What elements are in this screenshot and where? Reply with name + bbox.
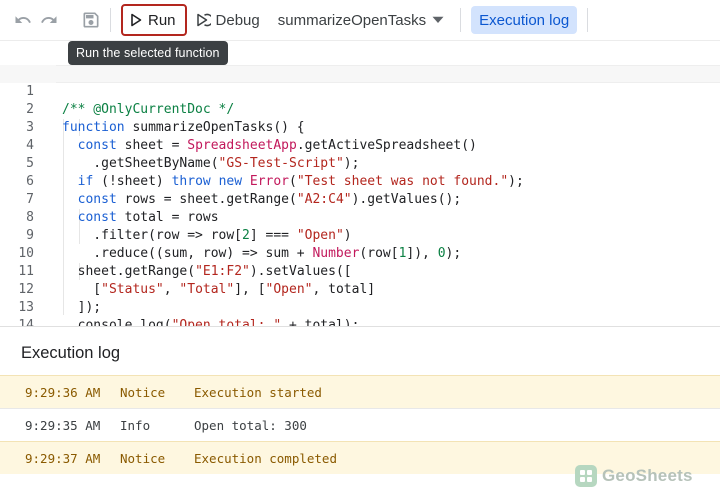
- log-time: 9:29:36 AM: [25, 385, 101, 400]
- save-icon[interactable]: [80, 9, 102, 31]
- execution-log-rows: 9:29:36 AM Notice Execution started 9:29…: [0, 375, 720, 474]
- code-line: 6 const rows = sheet.getRange("A2:C4").g…: [0, 155, 720, 207]
- debug-icon: [196, 13, 211, 27]
- log-row[interactable]: 9:29:36 AM Notice Execution started: [0, 375, 720, 408]
- code-lines: 1 /** @OnlyCurrentDoc */ 2 function summ…: [0, 65, 720, 326]
- log-row[interactable]: 9:29:35 AM Info Open total: 300: [0, 408, 720, 441]
- function-select-value: summarizeOpenTasks: [277, 11, 427, 29]
- code-line: 10 sheet.getRange("E1:F2").setValues([: [0, 227, 720, 279]
- code-line: 15: [0, 317, 720, 326]
- log-time: 9:29:35 AM: [25, 418, 101, 433]
- caret-down-icon: [432, 16, 444, 23]
- log-message: Open total: 300: [194, 418, 307, 433]
- code-line: 3 const sheet = SpreadsheetApp.getActive…: [0, 101, 720, 153]
- code-line: 8 .filter(row => row[2] === "Open"): [0, 191, 720, 243]
- geosheets-watermark: GeoSheets: [575, 465, 693, 487]
- log-level: Notice: [120, 451, 166, 466]
- toolbar-divider: [587, 8, 589, 32]
- code-line: 12 ]);: [0, 263, 720, 315]
- log-time: 9:29:37 AM: [25, 451, 101, 466]
- code-line: 7 const total = rows: [0, 173, 720, 225]
- redo-icon[interactable]: [38, 9, 60, 31]
- watermark-text: GeoSheets: [602, 466, 693, 485]
- run-button[interactable]: Run: [121, 4, 187, 36]
- toolbar: Run Debug summarizeOpenTasks Execution l…: [0, 0, 720, 40]
- execution-log-button[interactable]: Execution log: [471, 6, 578, 34]
- undo-icon[interactable]: [12, 9, 34, 31]
- log-level: Info: [120, 418, 151, 433]
- debug-button[interactable]: Debug: [195, 12, 260, 29]
- code-line: 5 if (!sheet) throw new Error("Test shee…: [0, 137, 720, 189]
- code-editor[interactable]: 1 /** @OnlyCurrentDoc */ 2 function summ…: [0, 40, 720, 326]
- run-tooltip: Run the selected function: [68, 41, 228, 65]
- code-line: 4 .getSheetByName("GS-Test-Script");: [0, 119, 720, 171]
- play-icon: [131, 13, 142, 27]
- debug-button-label: Debug: [215, 11, 260, 29]
- toolbar-divider: [460, 8, 462, 32]
- code-line: 1 /** @OnlyCurrentDoc */: [0, 65, 720, 117]
- code-line: 14 }: [0, 299, 720, 326]
- log-message: Execution started: [194, 385, 322, 400]
- function-select[interactable]: summarizeOpenTasks: [278, 12, 444, 29]
- execution-log-title: Execution log: [21, 344, 121, 362]
- log-level: Notice: [120, 385, 166, 400]
- run-button-label: Run: [148, 11, 176, 29]
- code-line: 13 console.log("Open total: " + total);: [0, 281, 720, 326]
- toolbar-divider: [110, 8, 111, 32]
- code-line: 2 function summarizeOpenTasks() {: [0, 83, 720, 135]
- code-line: 9 .reduce((sum, row) => sum + Number(row…: [0, 209, 720, 261]
- geosheets-logo-icon: [575, 465, 597, 487]
- code-line: 11 ["Status", "Total"], ["Open", total]: [0, 245, 720, 297]
- log-message: Execution completed: [194, 451, 337, 466]
